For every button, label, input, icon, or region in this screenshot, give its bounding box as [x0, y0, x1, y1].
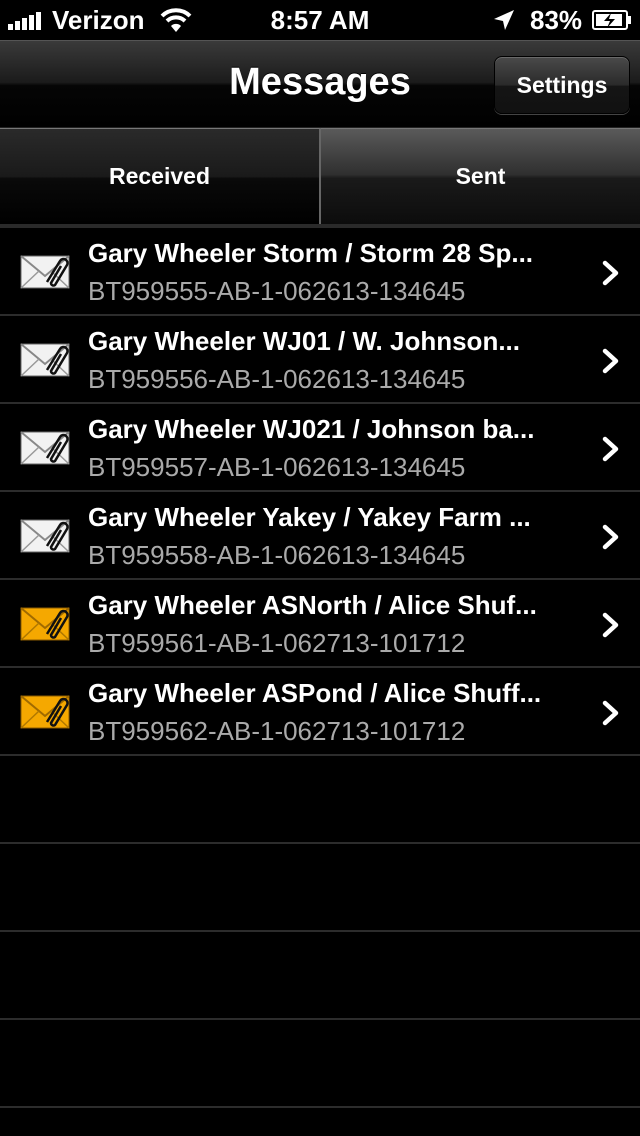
message-id: BT959555-AB-1-062613-134645 [88, 276, 466, 306]
unread-envelope-attachment-icon [20, 607, 70, 641]
message-title: Gary Wheeler WJ021 / Johnson ba... [88, 414, 535, 444]
message-id: BT959562-AB-1-062713-101712 [88, 716, 466, 746]
message-id: BT959561-AB-1-062713-101712 [88, 628, 466, 658]
list-item[interactable]: Gary Wheeler WJ01 / W. Johnson... BT9595… [0, 316, 640, 404]
unread-envelope-attachment-icon [20, 695, 70, 729]
empty-list-row [0, 844, 640, 932]
settings-button[interactable]: Settings [494, 56, 630, 114]
tab-sent[interactable]: Sent [321, 128, 640, 224]
location-arrow-icon [494, 10, 514, 30]
chevron-right-icon [602, 436, 619, 462]
message-id: BT959558-AB-1-062613-134645 [88, 540, 466, 570]
read-envelope-attachment-icon [20, 255, 70, 289]
message-title: Gary Wheeler Yakey / Yakey Farm ... [88, 502, 531, 532]
battery-charging-icon [592, 10, 631, 30]
message-id: BT959556-AB-1-062613-134645 [88, 364, 466, 394]
list-item[interactable]: Gary Wheeler Yakey / Yakey Farm ... BT95… [0, 492, 640, 580]
navigation-bar: Messages Settings [0, 40, 640, 128]
message-title: Gary Wheeler WJ01 / W. Johnson... [88, 326, 520, 356]
chevron-right-icon [602, 700, 619, 726]
read-envelope-attachment-icon [20, 431, 70, 465]
empty-list-row [0, 1020, 640, 1108]
list-item[interactable]: Gary Wheeler Storm / Storm 28 Sp... BT95… [0, 228, 640, 316]
chevron-right-icon [602, 348, 619, 374]
message-tabs: Received Sent [0, 128, 640, 224]
battery-percent: 83% [530, 5, 583, 35]
read-envelope-attachment-icon [20, 519, 70, 553]
chevron-right-icon [602, 612, 619, 638]
list-item[interactable]: Gary Wheeler ASNorth / Alice Shuf... BT9… [0, 580, 640, 668]
message-list: Gary Wheeler Storm / Storm 28 Sp... BT95… [0, 228, 640, 1108]
list-item[interactable]: Gary Wheeler ASPond / Alice Shuff... BT9… [0, 668, 640, 756]
message-id: BT959557-AB-1-062613-134645 [88, 452, 466, 482]
message-title: Gary Wheeler ASPond / Alice Shuff... [88, 678, 542, 708]
tab-received[interactable]: Received [0, 128, 321, 224]
chevron-right-icon [602, 524, 619, 550]
message-title: Gary Wheeler ASNorth / Alice Shuf... [88, 590, 537, 620]
message-title: Gary Wheeler Storm / Storm 28 Sp... [88, 238, 534, 268]
empty-list-row [0, 756, 640, 844]
list-item[interactable]: Gary Wheeler WJ021 / Johnson ba... BT959… [0, 404, 640, 492]
chevron-right-icon [602, 260, 619, 286]
status-bar: Verizon 8:57 AM 83% [0, 0, 640, 40]
read-envelope-attachment-icon [20, 343, 70, 377]
empty-list-row [0, 932, 640, 1020]
